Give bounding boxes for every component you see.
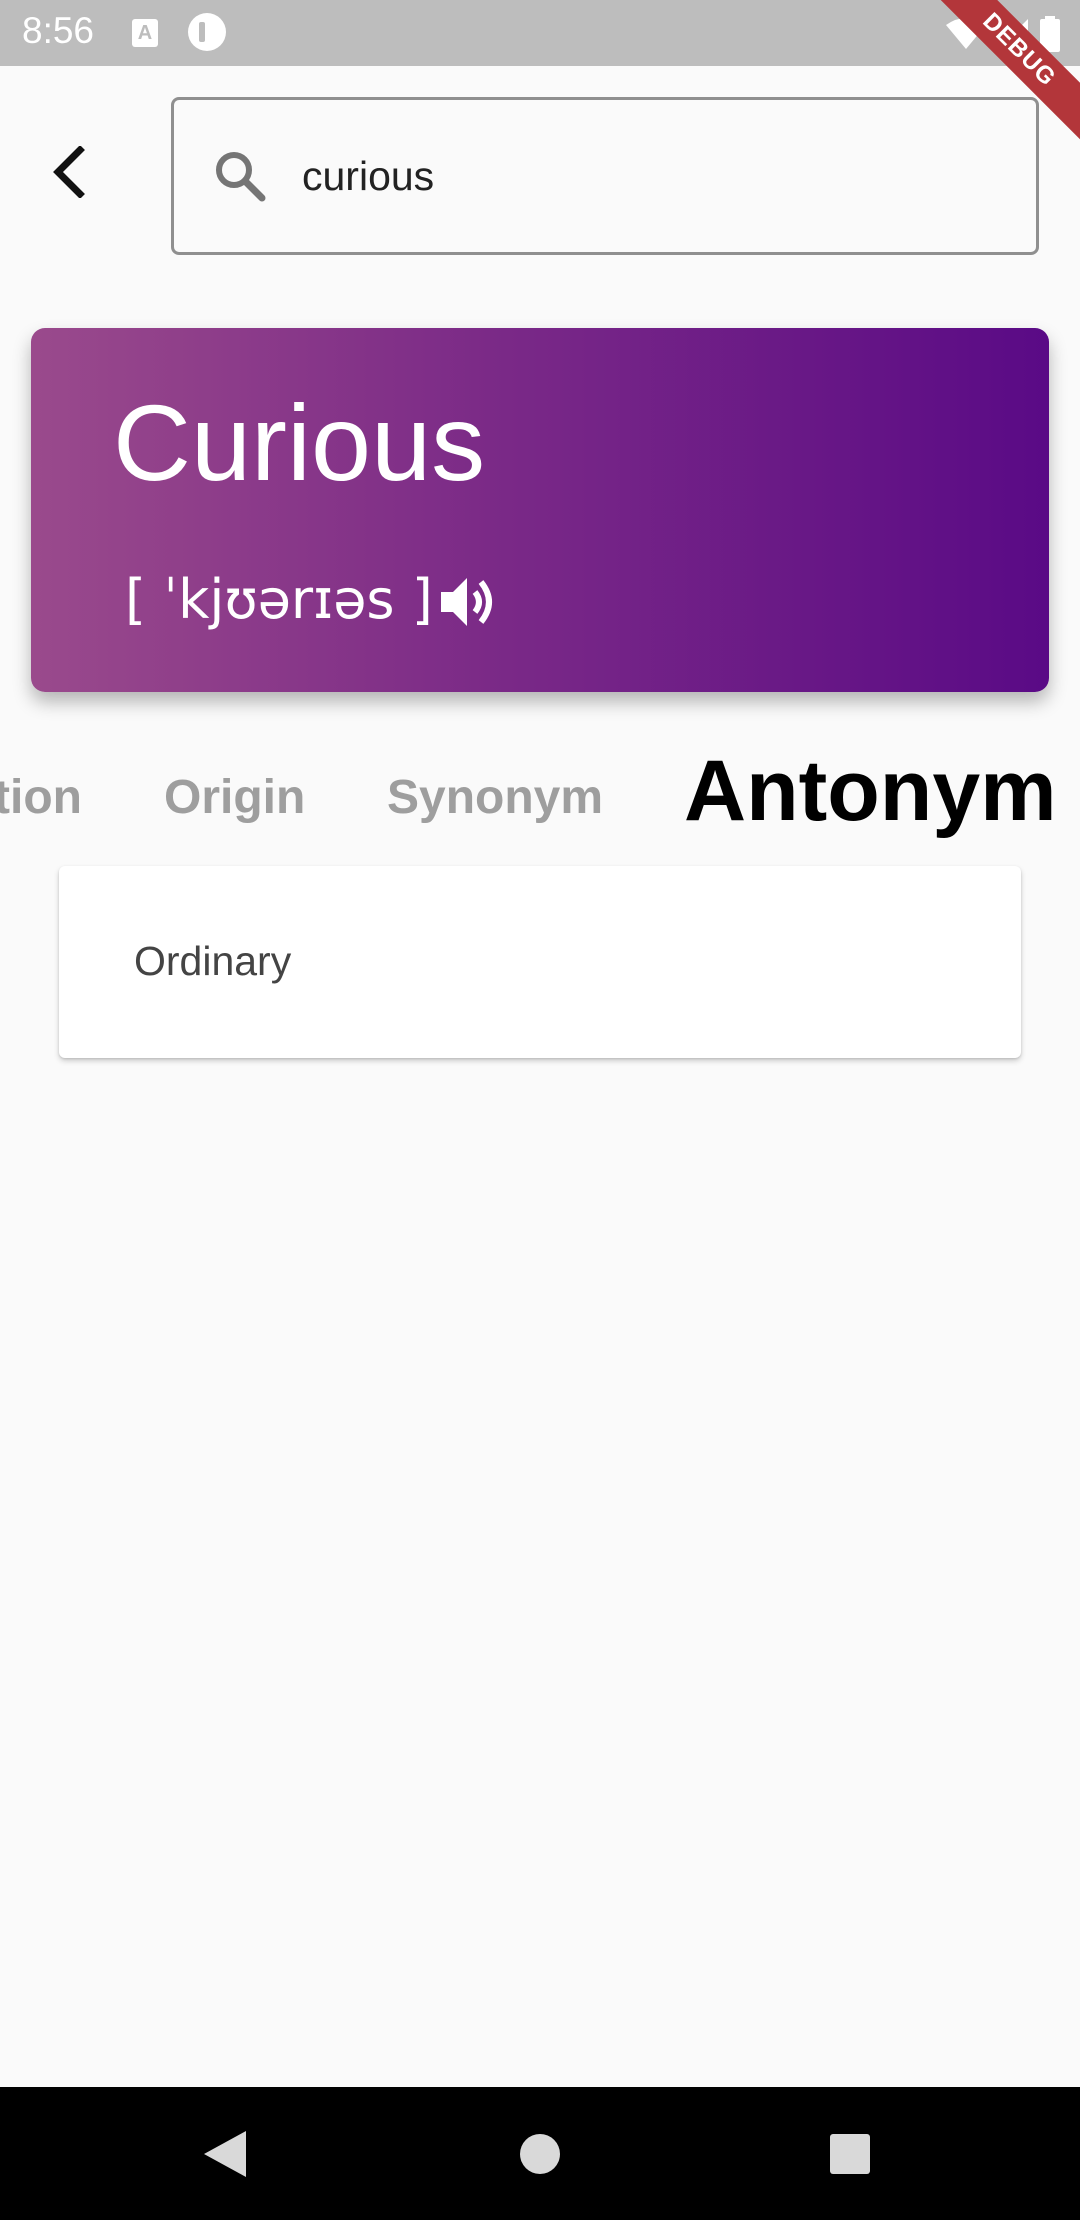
result-card[interactable]: Ordinary xyxy=(59,866,1021,1058)
keyboard-a-icon: A xyxy=(132,19,158,47)
nav-recents-button[interactable] xyxy=(790,2087,910,2220)
tab-definition[interactable]: tion xyxy=(0,770,82,825)
word-card: Curious [ ˈkjʊərɪəs ] xyxy=(31,328,1049,692)
speaker-icon xyxy=(441,578,492,626)
nav-back-button[interactable] xyxy=(165,2087,285,2220)
tab-antonym[interactable]: Antonym xyxy=(684,742,1057,841)
notification-icon xyxy=(188,13,226,51)
search-box[interactable] xyxy=(171,97,1039,255)
phonetic-text: [ ˈkjʊərɪəs ] xyxy=(125,568,433,631)
chevron-left-icon xyxy=(53,146,85,198)
back-icon xyxy=(204,2130,246,2177)
tab-origin[interactable]: Origin xyxy=(164,770,305,825)
tab-bar: tion Origin Synonym Antonym xyxy=(0,735,1080,845)
result-text: Ordinary xyxy=(134,938,292,984)
navigation-bar xyxy=(0,2087,1080,2220)
status-time: 8:56 xyxy=(22,10,95,51)
home-icon xyxy=(520,2133,560,2174)
recents-icon xyxy=(830,2133,870,2174)
search-icon xyxy=(210,146,270,206)
pronunciation-button[interactable] xyxy=(437,572,497,632)
back-button[interactable] xyxy=(36,140,100,204)
tab-synonym[interactable]: Synonym xyxy=(387,770,603,825)
status-bar: 8:56 A xyxy=(0,0,1080,66)
search-input[interactable] xyxy=(300,151,984,201)
word-title: Curious xyxy=(113,382,486,503)
nav-home-button[interactable] xyxy=(480,2087,600,2220)
